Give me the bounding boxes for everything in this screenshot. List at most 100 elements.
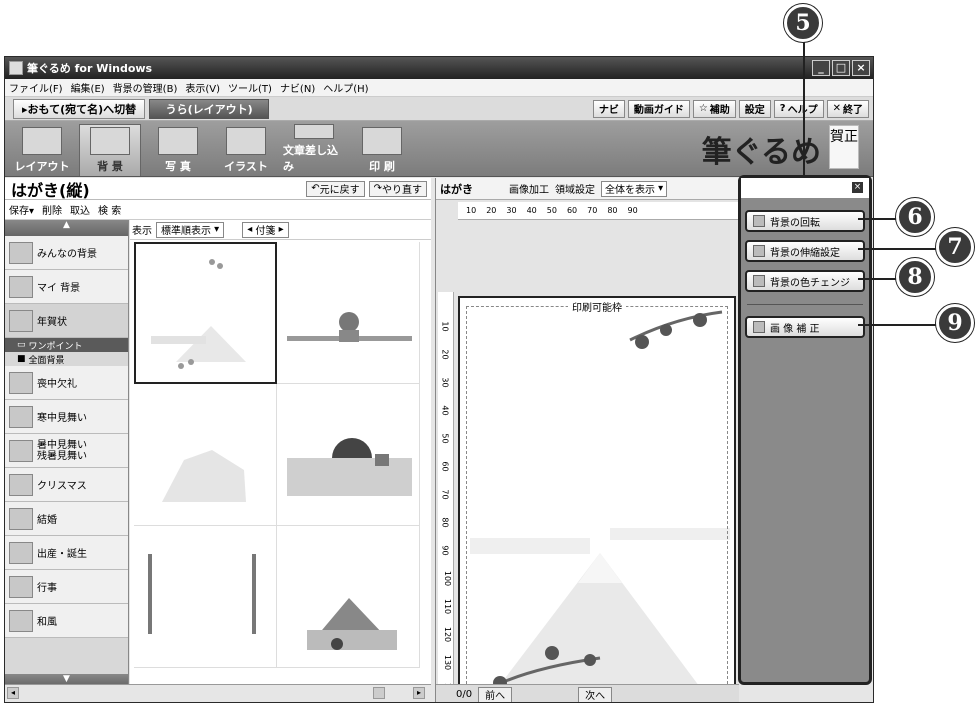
category-item[interactable]: マイ 背景 bbox=[5, 270, 128, 304]
thumbnail-scrollbar[interactable]: ◂ ▸ bbox=[5, 684, 431, 702]
help-button[interactable]: ?ヘルプ bbox=[773, 99, 824, 118]
menu-view[interactable]: 表示(V) bbox=[185, 80, 220, 95]
close-button[interactable]: × bbox=[852, 60, 870, 76]
category-item[interactable]: 結婚 bbox=[5, 502, 128, 536]
color-icon bbox=[753, 275, 765, 287]
exit-icon: ✕ bbox=[832, 103, 841, 114]
menu-tools[interactable]: ツール(T) bbox=[228, 80, 272, 95]
thumbnail-item[interactable] bbox=[134, 526, 277, 668]
thumbnail-panel: 表示 標準順表示 ▾ ◂ 付箋 ▸ bbox=[130, 220, 431, 686]
ruler-tick: 60 bbox=[566, 206, 578, 215]
exit-button[interactable]: ✕ 終了 bbox=[826, 99, 869, 118]
girl-thumbnail bbox=[287, 312, 412, 342]
fuji-blossom-thumbnail bbox=[151, 259, 246, 369]
menu-file[interactable]: ファイル(F) bbox=[9, 80, 63, 95]
sort-select[interactable]: 標準順表示 ▾ bbox=[156, 221, 225, 238]
tool-text-insert[interactable]: 文章差し込み bbox=[283, 124, 345, 176]
category-label: 結婚 bbox=[37, 515, 57, 526]
next-button[interactable]: 次へ bbox=[578, 686, 613, 702]
undo-button[interactable]: ↶ 元に戻す bbox=[306, 180, 365, 197]
image-correction-button[interactable]: 画 像 補 正 bbox=[745, 316, 865, 338]
category-item[interactable]: 年賀状 bbox=[5, 304, 128, 338]
folder-icon: ▭ bbox=[17, 340, 26, 350]
prev-button[interactable]: 前へ bbox=[478, 686, 513, 702]
category-item[interactable]: 行事 bbox=[5, 570, 128, 604]
settings-button[interactable]: 設定 bbox=[738, 99, 771, 118]
menu-edit[interactable]: 編集(E) bbox=[71, 80, 105, 95]
save-button[interactable]: 保存▾ bbox=[9, 202, 34, 217]
layout-tab[interactable]: うら(レイアウト) bbox=[149, 98, 270, 119]
card-type-title: はがき(縦) bbox=[11, 180, 90, 200]
tool-print[interactable]: 印 刷 bbox=[351, 124, 413, 176]
callout-8: 8 bbox=[896, 258, 934, 296]
scroll-left-arrow[interactable]: ◂ bbox=[7, 687, 19, 699]
tag-select[interactable]: ◂ 付箋 ▸ bbox=[242, 221, 289, 238]
import-button[interactable]: 取込 bbox=[70, 202, 90, 217]
rotate-background-button[interactable]: 背景の回転 bbox=[745, 210, 865, 232]
preview-footer: 0/0 前へ 次へ bbox=[436, 684, 739, 702]
category-item[interactable]: 暑中見舞い 残暑見舞い bbox=[5, 434, 128, 468]
category-item[interactable]: クリスマス bbox=[5, 468, 128, 502]
tool-photo[interactable]: 写 真 bbox=[147, 124, 209, 176]
tool-layout[interactable]: レイアウト bbox=[11, 124, 73, 176]
ruler-tick: 50 bbox=[546, 206, 557, 215]
thumbnail-item[interactable] bbox=[277, 384, 420, 526]
switch-to-front-tab[interactable]: ▸おもて(宛て名)へ切替 bbox=[13, 98, 146, 119]
navi-button[interactable]: ナビ bbox=[592, 99, 625, 118]
color-change-button[interactable]: 背景の色チェンジ bbox=[745, 270, 865, 292]
category-label: 行事 bbox=[37, 583, 57, 594]
stretch-background-button[interactable]: 背景の伸縮設定 bbox=[745, 240, 865, 262]
search-button[interactable]: 検 索 bbox=[98, 202, 121, 217]
menu-background[interactable]: 背景の管理(B) bbox=[113, 80, 178, 95]
window-title: 筆ぐるめ for Windows bbox=[27, 62, 153, 75]
exit-label: 終了 bbox=[843, 105, 863, 116]
thumbnail-item[interactable] bbox=[277, 242, 420, 384]
background-icon bbox=[90, 127, 130, 155]
sort-value: 標準順表示 bbox=[161, 226, 211, 237]
subcategory-item[interactable]: ▭ ワンポイント bbox=[5, 338, 128, 352]
subcategory-item[interactable]: ■ 全面背景 bbox=[5, 352, 128, 366]
postcard-canvas[interactable]: 印刷可能枠 bbox=[458, 296, 736, 702]
category-item[interactable]: 和風 bbox=[5, 604, 128, 638]
delete-button[interactable]: 削除 bbox=[42, 202, 62, 217]
stretch-background-label: 背景の伸縮設定 bbox=[770, 247, 840, 259]
category-item[interactable]: みんなの背景 bbox=[5, 236, 128, 270]
rotate-background-label: 背景の回転 bbox=[770, 217, 820, 229]
left-subtoolbar: 保存▾ 削除 取込 検 索 bbox=[5, 200, 431, 220]
display-select[interactable]: 全体を表示 ▾ bbox=[601, 180, 668, 197]
thumbnail-item[interactable] bbox=[277, 526, 420, 668]
thumbnail-item[interactable] bbox=[134, 242, 277, 384]
thumbnail-grid bbox=[134, 242, 420, 668]
menu-help[interactable]: ヘルプ(H) bbox=[323, 80, 368, 95]
category-list: ▲ みんなの背景 マイ 背景 年賀状 ▭ ワンポイント ■ 全面背景 喪中欠礼 寒中… bbox=[5, 220, 129, 686]
video-guide-button[interactable]: 動画ガイド bbox=[627, 99, 690, 118]
category-item[interactable]: 喪中欠礼 bbox=[5, 366, 128, 400]
layout-icon bbox=[22, 127, 62, 155]
left-header: はがき(縦) ↶ 元に戻す ↷ やり直す bbox=[5, 178, 431, 200]
area-setting-button[interactable]: 領域設定 bbox=[555, 181, 595, 196]
scroll-thumb[interactable] bbox=[373, 687, 385, 699]
callout-6: 6 bbox=[896, 198, 934, 236]
maximize-button[interactable]: □ bbox=[832, 60, 850, 76]
tool-illust[interactable]: イラスト bbox=[215, 124, 277, 176]
scroll-right-arrow[interactable]: ▸ bbox=[413, 687, 425, 699]
redo-button[interactable]: ↷ やり直す bbox=[368, 180, 427, 197]
category-item[interactable]: 出産・誕生 bbox=[5, 536, 128, 570]
thumbnail-item[interactable] bbox=[134, 384, 277, 526]
minimize-button[interactable]: _ bbox=[812, 60, 830, 76]
illust-icon bbox=[226, 127, 266, 155]
tool-illust-label: イラスト bbox=[224, 160, 268, 173]
category-scroll-up[interactable]: ▲ bbox=[5, 220, 128, 236]
category-label: クリスマス bbox=[37, 481, 87, 492]
side-panel-header: × bbox=[741, 178, 869, 198]
close-icon[interactable]: × bbox=[852, 182, 863, 193]
menu-navi[interactable]: ナビ(N) bbox=[280, 80, 315, 95]
category-item[interactable]: 寒中見舞い bbox=[5, 400, 128, 434]
image-adjust-button[interactable]: 画像加工 bbox=[509, 181, 549, 196]
ruler-tick: 120 bbox=[443, 626, 453, 643]
assist-button[interactable]: ☆ 補助 bbox=[692, 99, 736, 118]
mountain-thumbnail bbox=[162, 450, 246, 502]
category-label: みんなの背景 bbox=[37, 249, 97, 260]
vertical-flowers-thumbnail bbox=[148, 554, 256, 634]
tool-background[interactable]: 背 景 bbox=[79, 124, 141, 176]
